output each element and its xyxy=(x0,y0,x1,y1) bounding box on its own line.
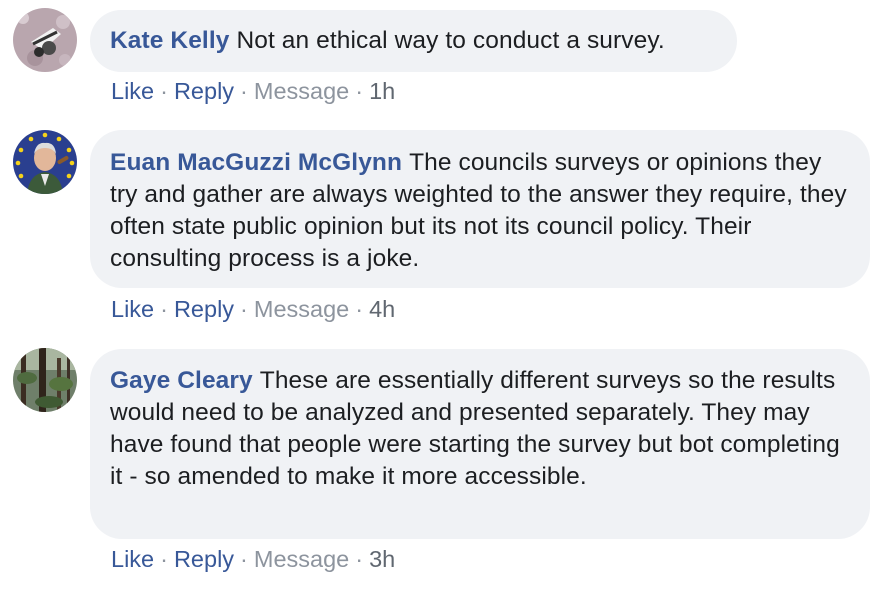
like-link[interactable]: Like xyxy=(111,296,154,322)
message-link[interactable]: Message xyxy=(254,78,349,104)
avatar[interactable] xyxy=(13,8,77,72)
separator-dot: · xyxy=(160,78,168,104)
comment-author-link[interactable]: Gaye Cleary xyxy=(110,367,253,394)
like-link[interactable]: Like xyxy=(111,546,154,572)
comment-timestamp[interactable]: 1h xyxy=(369,78,395,104)
comment-bubble: Kate Kelly Not an ethical way to conduct … xyxy=(90,10,737,72)
comment-author-link[interactable]: Kate Kelly xyxy=(110,27,229,54)
comment-text: Not an ethical way to conduct a survey. xyxy=(236,27,665,54)
comment-timestamp[interactable]: 3h xyxy=(369,546,395,572)
separator-dot: · xyxy=(355,296,364,322)
avatar[interactable] xyxy=(13,130,77,194)
separator-dot: · xyxy=(160,546,168,572)
like-link[interactable]: Like xyxy=(111,78,154,104)
comment-author-link[interactable]: Euan MacGuzzi McGlynn xyxy=(110,149,402,176)
comment-actions: Like · Reply · Message · 4h xyxy=(111,295,395,323)
avatar[interactable] xyxy=(13,348,77,412)
separator-dot: · xyxy=(355,546,364,572)
eu-flag-portrait-avatar-icon xyxy=(13,130,77,194)
separator-dot: · xyxy=(240,296,248,322)
separator-dot: · xyxy=(160,296,168,322)
separator-dot: · xyxy=(240,78,248,104)
separator-dot: · xyxy=(355,78,364,104)
separator-dot: · xyxy=(240,546,248,572)
reply-link[interactable]: Reply xyxy=(174,78,234,104)
forest-photo-avatar-icon xyxy=(13,348,77,412)
comment-bubble: Euan MacGuzzi McGlynn The councils survey… xyxy=(90,130,870,288)
comment-actions: Like · Reply · Message · 3h xyxy=(111,545,395,573)
comment-bubble: Gaye Cleary These are essentially differe… xyxy=(90,349,870,539)
ski-photo-avatar-icon xyxy=(13,8,77,72)
reply-link[interactable]: Reply xyxy=(174,296,234,322)
reply-link[interactable]: Reply xyxy=(174,546,234,572)
message-link[interactable]: Message xyxy=(254,296,349,322)
comment-actions: Like · Reply · Message · 1h xyxy=(111,77,395,105)
comment-timestamp[interactable]: 4h xyxy=(369,296,395,322)
message-link[interactable]: Message xyxy=(254,546,349,572)
